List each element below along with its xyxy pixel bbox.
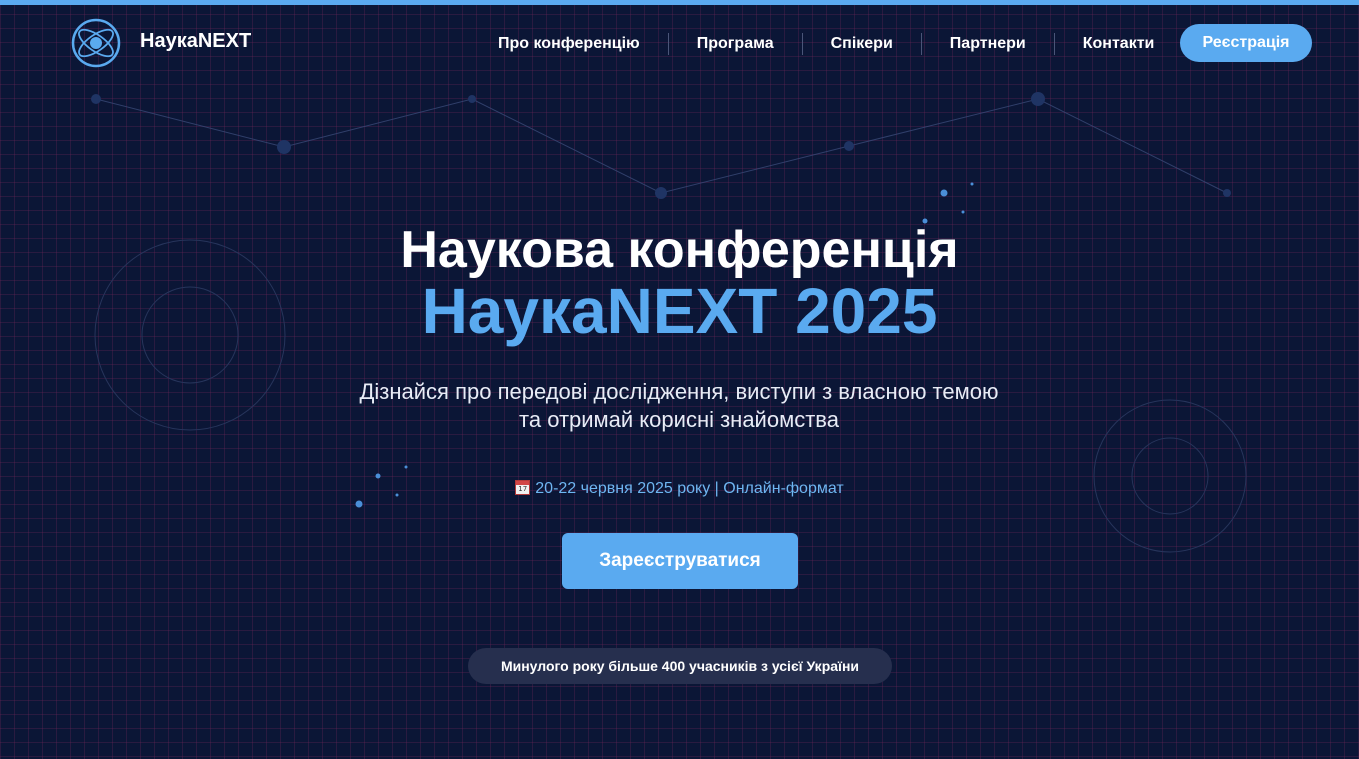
nav-item-partners[interactable]: Партнери bbox=[922, 31, 1054, 57]
main-nav: Про конференцію Програма Спікери Партнер… bbox=[470, 31, 1182, 57]
logo[interactable]: НаукаNEXT bbox=[70, 17, 251, 69]
participants-badge: Минулого року більше 400 учасників з усі… bbox=[468, 648, 892, 684]
register-button[interactable]: Реєстрація bbox=[1180, 24, 1312, 62]
nav-item-program[interactable]: Програма bbox=[669, 31, 802, 57]
hero-title-highlight: НаукаNEXT 2025 bbox=[421, 275, 938, 347]
event-date-info: 20-22 червня 2025 року | Онлайн-формат bbox=[0, 479, 1359, 499]
hero-subtitle-line: та отримай корисні знайомства bbox=[519, 407, 839, 432]
logo-text: НаукаNEXT bbox=[140, 30, 252, 52]
event-date-text: 20-22 червня 2025 року | Онлайн-формат bbox=[535, 480, 844, 497]
hero-subtitle-line: Дізнайся про передові дослідження, висту… bbox=[359, 379, 999, 404]
site-header: НаукаNEXT Про конференцію Програма Спіке… bbox=[0, 5, 1359, 80]
hero-subtitle: Дізнайся про передові дослідження, висту… bbox=[279, 378, 1079, 434]
hero-title: Наукова конференція bbox=[400, 221, 959, 279]
nav-item-contacts[interactable]: Контакти bbox=[1055, 31, 1183, 57]
calendar-icon bbox=[515, 480, 531, 495]
atom-logo-icon bbox=[71, 18, 121, 68]
nav-item-about[interactable]: Про конференцію bbox=[470, 31, 668, 57]
nav-item-speakers[interactable]: Спікери bbox=[803, 31, 921, 57]
signup-cta-button[interactable]: Зареєструватися bbox=[562, 533, 798, 589]
